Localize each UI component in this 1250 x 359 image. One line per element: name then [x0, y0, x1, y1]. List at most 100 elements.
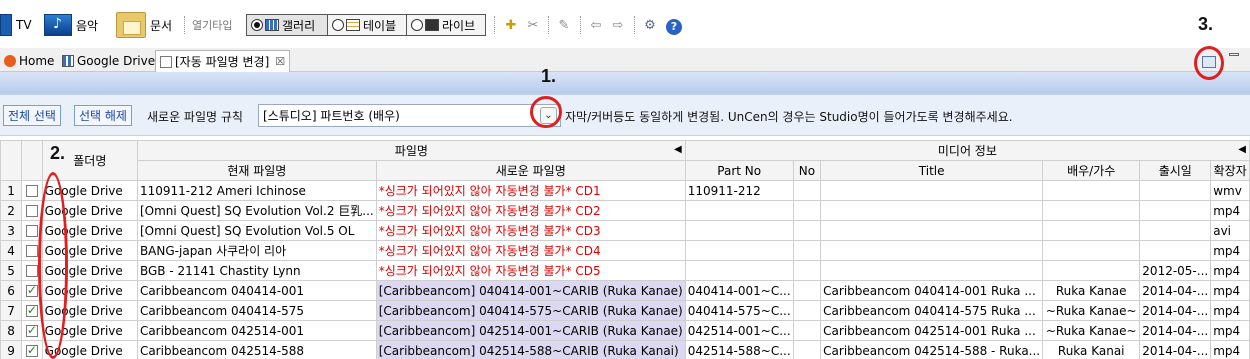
row-number: 1 — [0, 180, 23, 201]
back-arrow-icon[interactable]: ⇦ — [588, 18, 604, 34]
table-row[interactable]: 1 Google Drive 110911-212 Ameri Ichinose *싱… — [0, 180, 1250, 201]
minimize-icon[interactable] — [1229, 53, 1239, 56]
collapse-left-icon[interactable]: ◀ — [674, 144, 682, 155]
no-cell — [792, 180, 822, 201]
mode-table-button[interactable]: 테이블 — [327, 14, 407, 36]
new-name-cell: *싱크가 되어있지 않아 자동변경 불가* CD5 — [375, 260, 686, 281]
forward-arrow-icon[interactable]: ⇨ — [610, 18, 626, 34]
part-no-header[interactable]: Part No — [684, 160, 794, 181]
music-button[interactable]: 음악 — [44, 12, 98, 38]
table-row[interactable]: 4 Google Drive BANG-japan 사쿠라이 리아 *싱크가 되어있지… — [0, 240, 1250, 261]
checkbox[interactable] — [25, 343, 38, 357]
music-label: 음악 — [76, 18, 99, 33]
row-number: 8 — [0, 320, 23, 341]
close-icon[interactable]: ☒ — [275, 55, 285, 68]
checkbox[interactable] — [25, 283, 38, 297]
checkbox[interactable] — [25, 225, 38, 237]
page-icon — [160, 55, 172, 68]
table-row[interactable]: 3 Google Drive [Omni Quest] SQ Evolution V… — [0, 220, 1250, 241]
tv-icon — [0, 14, 12, 36]
header-band — [0, 72, 1250, 94]
actor-cell: ~Ruka Kanae~ — [1042, 320, 1141, 341]
rule-select[interactable]: [스튜디오] 파트번호 (배우) ⌄ — [258, 104, 561, 127]
media-info-group-label: 미디어 정보 — [937, 144, 997, 158]
mode-label: 라이브 — [442, 18, 476, 33]
table-row[interactable]: 8Google DriveCaribbeancom 042514-001[Car… — [0, 320, 1250, 341]
row-checkbox[interactable] — [21, 320, 43, 341]
new-name-cell: [Caribbeancom] 040414-001~CARIB (Ruka Ka… — [375, 280, 686, 301]
actor-header[interactable]: 배우/가수 — [1042, 160, 1141, 181]
tab-google-drive[interactable]: Google Drive — [58, 50, 159, 72]
current-name-header[interactable]: 현재 파일명 — [136, 160, 377, 181]
release-cell — [1139, 180, 1212, 201]
title-header[interactable]: Title — [820, 160, 1044, 181]
checkbox[interactable] — [25, 303, 38, 317]
current-name-cell: Caribbeancom 042514-588 — [136, 340, 377, 359]
checkbox[interactable] — [25, 323, 38, 337]
settings-icon[interactable]: ⚙ — [642, 18, 658, 34]
filename-group-header[interactable]: 파일명 ◀ — [136, 140, 686, 161]
document-label: 문서 — [150, 18, 173, 33]
title-cell: Caribbeancom 042514-001 Ruka ... — [820, 320, 1044, 341]
document-button[interactable]: 문서 — [116, 12, 172, 38]
rule-label: 새로운 파일명 규칙 — [147, 110, 243, 124]
toolbar-divider — [184, 16, 185, 34]
collapse-left-icon[interactable]: ◀ — [1238, 144, 1246, 155]
folder-new-icon[interactable]: ✚ — [503, 18, 519, 34]
table-row[interactable]: 9Google DriveCaribbeancom 042514-588[Car… — [0, 340, 1250, 359]
tab-auto-rename[interactable]: [자동 파일명 변경] ☒ — [155, 50, 291, 72]
help-icon[interactable]: ? — [666, 19, 682, 35]
deselect-button[interactable]: 선택 해제 — [74, 105, 132, 126]
checkbox[interactable] — [25, 185, 38, 197]
title-cell — [820, 200, 1044, 221]
radio-icon — [411, 19, 423, 31]
actor-cell — [1042, 240, 1141, 261]
tab-home[interactable]: Home — [0, 50, 58, 72]
release-header[interactable]: 출시일 — [1139, 160, 1212, 181]
part-no-cell — [684, 200, 794, 221]
no-cell — [792, 240, 822, 261]
table-row[interactable]: 6Google DriveCaribbeancom 040414-001[Car… — [0, 280, 1250, 301]
tv-label: TV — [16, 18, 32, 32]
part-no-cell — [684, 240, 794, 261]
checkbox[interactable] — [25, 265, 38, 277]
current-name-cell: [Omni Quest] SQ Evolution Vol.5 OL — [136, 220, 377, 241]
open-type-label: 열기타입 — [192, 19, 233, 32]
actor-cell: Ruka Kanai — [1042, 340, 1141, 359]
tab-label: Home — [19, 54, 55, 68]
mode-gallery-button[interactable]: 갤러리 — [246, 14, 328, 36]
row-checkbox[interactable] — [21, 180, 43, 201]
annotation-ring-1 — [530, 96, 562, 128]
cut-icon[interactable]: ✂ — [525, 18, 541, 34]
current-name-cell: 110911-212 Ameri Ichinose — [136, 180, 377, 201]
tv-button[interactable]: TV — [0, 12, 32, 38]
no-cell — [792, 320, 822, 341]
new-name-cell: [Caribbeancom] 042514-588~CARIB (Ruka Ka… — [375, 340, 686, 359]
extension-cell: mp4 — [1210, 200, 1250, 221]
table-row[interactable]: 7Google DriveCaribbeancom 040414-575[Car… — [0, 300, 1250, 321]
select-all-button[interactable]: 전체 선택 — [3, 105, 61, 126]
checkbox[interactable] — [25, 205, 38, 217]
title-cell: Caribbeancom 040414-001 Ruka ... — [820, 280, 1044, 301]
release-cell: 2014-04-... — [1139, 320, 1212, 341]
pen-icon[interactable]: ✎ — [556, 18, 572, 34]
mode-live-button[interactable]: 라이브 — [406, 14, 486, 36]
media-info-group-header[interactable]: 미디어 정보 ◀ — [684, 140, 1250, 161]
row-number-header — [0, 140, 23, 181]
table-row[interactable]: 2 Google Drive [Omni Quest] SQ Evolution V… — [0, 200, 1250, 221]
no-header[interactable]: No — [792, 160, 822, 181]
mode-label: 갤러리 — [282, 18, 316, 33]
tab-bar: Home Google Drive [자동 파일명 변경] ☒ — [0, 48, 1250, 72]
title-cell — [820, 180, 1044, 201]
grid-body: 1 Google Drive 110911-212 Ameri Ichinose *싱… — [0, 180, 1250, 359]
current-name-cell: [Omni Quest] SQ Evolution Vol.2 巨乳... — [136, 200, 377, 221]
no-cell — [792, 340, 822, 359]
extension-cell: mp4 — [1210, 340, 1250, 359]
extension-header[interactable]: 확장자 — [1210, 160, 1250, 181]
new-name-header[interactable]: 새로운 파일명 — [375, 160, 686, 181]
row-checkbox[interactable] — [21, 340, 43, 359]
table-row[interactable]: 5 Google Drive BGB - 21141 Chastity Lynn *싱… — [0, 260, 1250, 281]
checkbox-header — [21, 140, 43, 181]
new-name-cell: [Caribbeancom] 042514-001~CARIB (Ruka Ka… — [375, 320, 686, 341]
checkbox[interactable] — [25, 245, 38, 257]
